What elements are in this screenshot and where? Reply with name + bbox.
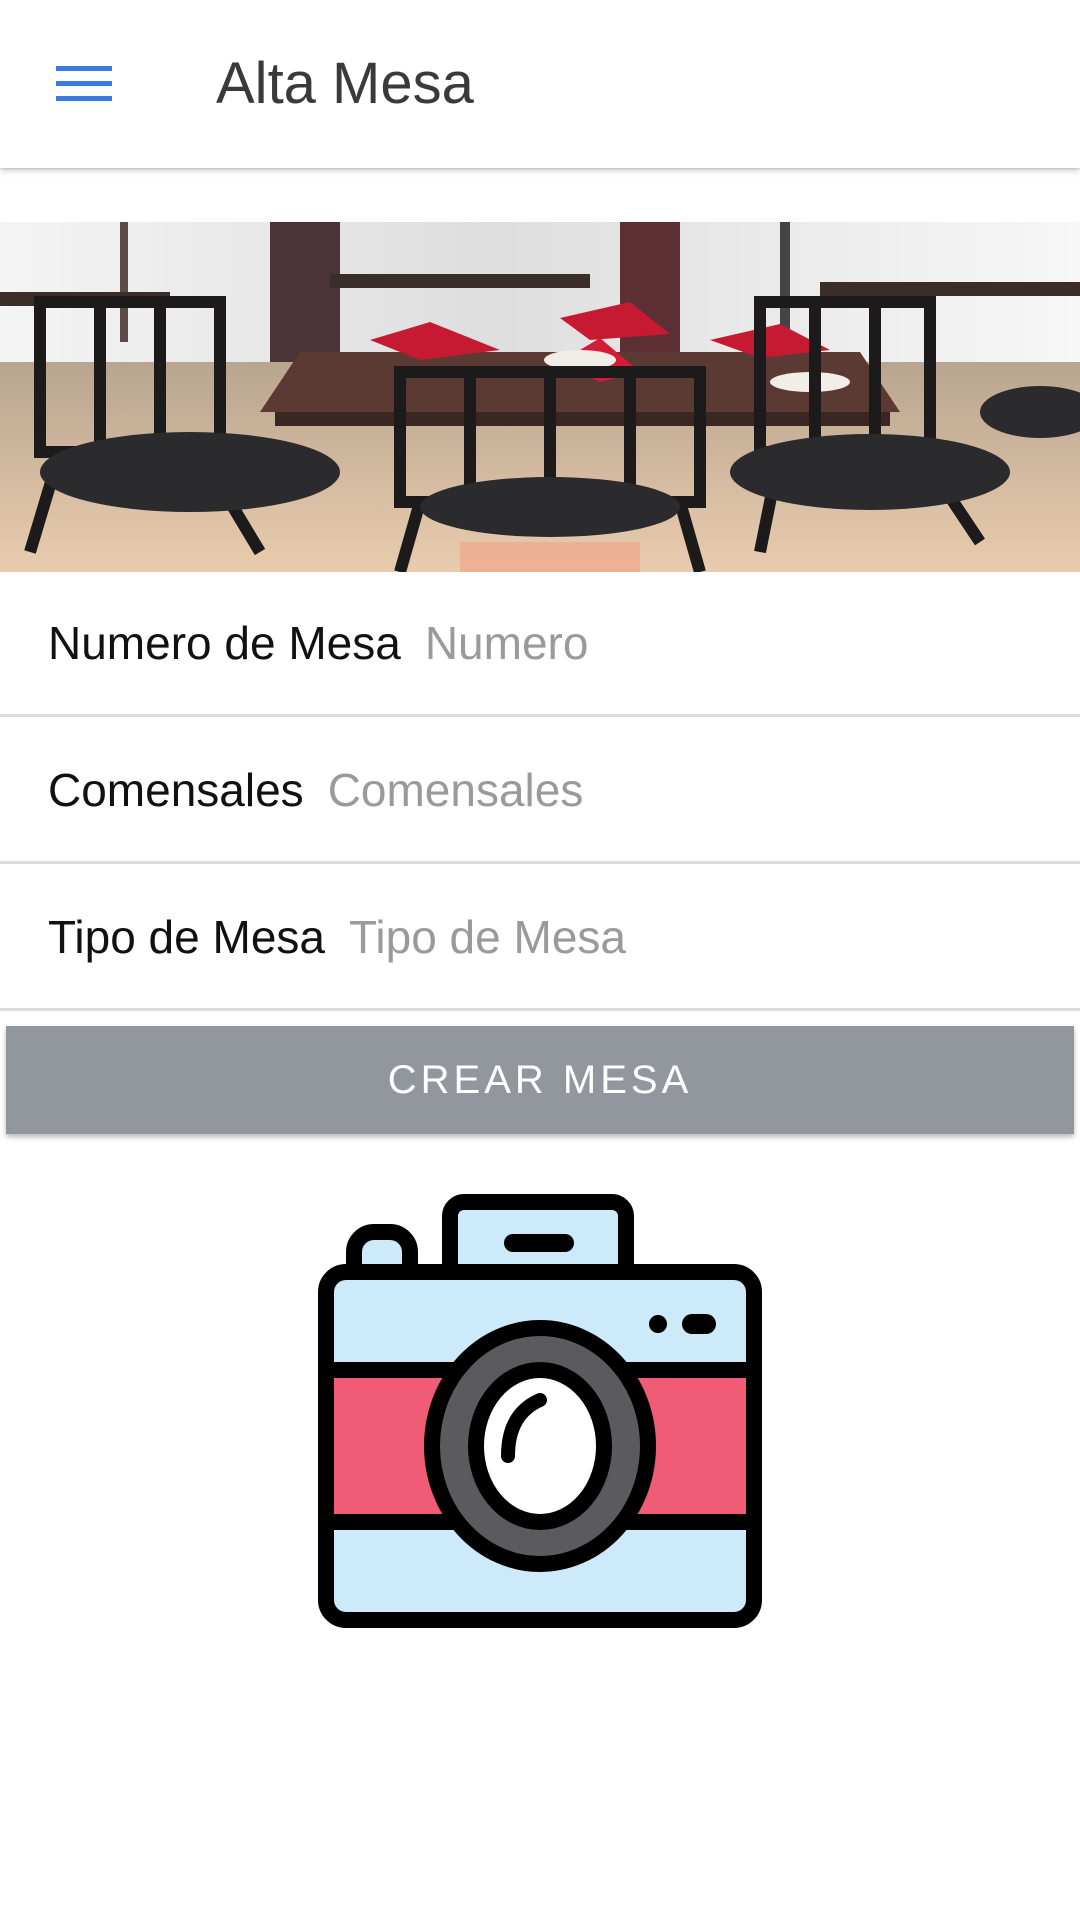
page-title: Alta Mesa bbox=[216, 51, 474, 116]
create-table-button[interactable]: CREAR MESA bbox=[6, 1026, 1074, 1134]
table-type-label: Tipo de Mesa bbox=[48, 910, 325, 963]
app-toolbar: Alta Mesa bbox=[0, 0, 1080, 168]
table-type-input[interactable] bbox=[349, 909, 1040, 964]
restaurant-tables-photo bbox=[0, 222, 1080, 572]
diners-input[interactable] bbox=[327, 762, 1040, 817]
camera-button[interactable] bbox=[318, 1188, 762, 1628]
restaurant-hero-image bbox=[0, 222, 1080, 572]
table-number-input[interactable] bbox=[424, 615, 1040, 670]
table-number-label: Numero de Mesa bbox=[48, 616, 401, 669]
menu-button[interactable] bbox=[40, 44, 128, 124]
alta-mesa-screen: Alta Mesa Numero de Mesa Numero Comensal… bbox=[0, 0, 1080, 1920]
camera-icon bbox=[318, 1194, 762, 1628]
diners-field: Comensales bbox=[0, 718, 1080, 864]
diners-label: Comensales bbox=[48, 763, 304, 816]
hamburger-menu-icon bbox=[56, 66, 112, 101]
table-type-field: Tipo de Mesa bbox=[0, 865, 1080, 1011]
table-number-field: Numero de Mesa bbox=[0, 571, 1080, 717]
